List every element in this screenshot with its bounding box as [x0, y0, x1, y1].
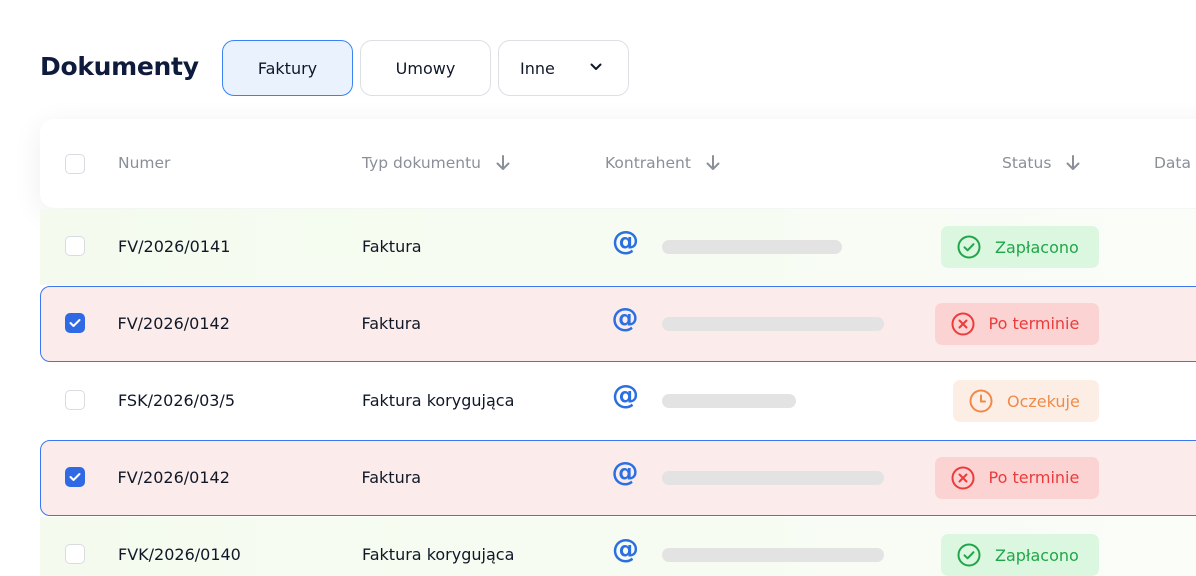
column-header-kontrahent[interactable]: Kontrahent	[605, 154, 721, 172]
document-type: Faktura	[361, 313, 422, 333]
tab-faktury[interactable]: Faktury	[222, 40, 353, 96]
status-badge: Zapłacono	[941, 534, 1099, 576]
document-type: Faktura	[362, 237, 422, 256]
sort-arrow-down-icon	[496, 155, 510, 170]
tab-umowy[interactable]: Umowy	[360, 40, 491, 96]
document-type: Faktura korygująca	[362, 545, 515, 564]
status-label: Oczekuje	[1007, 391, 1080, 411]
tab-umowy-label: Umowy	[395, 58, 456, 78]
document-number: FV/2026/0142	[117, 313, 230, 333]
x-circle-icon	[951, 466, 974, 489]
document-type: Faktura	[361, 467, 422, 487]
email-at-icon: @	[611, 456, 639, 488]
column-header-numer-label: Numer	[118, 154, 171, 172]
tab-faktury-label: Faktury	[257, 58, 318, 78]
x-circle-icon	[951, 312, 974, 335]
row-checkbox[interactable]	[65, 390, 85, 410]
status-badge: Po terminie	[934, 302, 1099, 345]
status-badge: Zapłacono	[941, 226, 1099, 268]
check-circle-icon	[957, 543, 981, 567]
email-at-icon: @	[611, 302, 639, 334]
table-row[interactable]: FV/2026/0141 Faktura @ Zapłacono	[40, 209, 1196, 285]
document-type: Faktura korygująca	[362, 391, 515, 410]
contractor-placeholder	[662, 394, 796, 408]
table-row[interactable]: FSK/2026/03/5 Faktura korygująca @ Oczek…	[40, 363, 1196, 439]
contractor-placeholder	[662, 548, 884, 562]
email-at-icon: @	[612, 226, 639, 257]
status-label: Zapłacono	[995, 237, 1079, 257]
status-badge: Po terminie	[934, 456, 1099, 499]
document-number: FV/2026/0142	[117, 467, 230, 487]
check-circle-icon	[957, 235, 981, 259]
column-header-data-label: Data	[1154, 154, 1192, 172]
contractor-placeholder	[661, 316, 884, 331]
status-label: Po terminie	[988, 468, 1080, 487]
column-header-data[interactable]: Data	[1154, 154, 1191, 172]
page-title: Dokumenty	[40, 52, 199, 81]
contractor-placeholder	[662, 240, 842, 254]
document-number: FVK/2026/0140	[118, 545, 241, 564]
document-number: FV/2026/0141	[118, 237, 231, 256]
document-number: FSK/2026/03/5	[118, 391, 235, 410]
checkmark-icon	[69, 318, 80, 327]
tab-inne-label: Inne	[520, 58, 555, 78]
status-label: Zapłacono	[995, 545, 1079, 565]
row-checkbox-checked[interactable]	[64, 466, 85, 487]
clock-icon	[969, 389, 993, 413]
email-at-icon: @	[612, 380, 639, 411]
column-header-numer[interactable]: Numer	[118, 154, 170, 172]
select-all-checkbox[interactable]	[65, 154, 85, 174]
status-label: Po terminie	[988, 314, 1080, 333]
checkmark-icon	[69, 472, 80, 481]
column-header-status[interactable]: Status	[1002, 154, 1081, 172]
column-header-status-label: Status	[1002, 154, 1052, 172]
table-row-selected[interactable]: FV/2026/0142 Faktura @ Po terminie	[40, 440, 1196, 516]
table-header: Numer Typ dokumentu Kontrahent Status Da…	[40, 119, 1196, 208]
column-header-kontrahent-label: Kontrahent	[605, 154, 691, 172]
table-row-selected[interactable]: FV/2026/0142 Faktura @ Po terminie	[40, 286, 1196, 362]
column-header-typ-label: Typ dokumentu	[362, 154, 481, 172]
status-badge: Oczekuje	[953, 380, 1099, 422]
row-checkbox[interactable]	[65, 544, 85, 564]
chevron-down-icon	[590, 63, 602, 70]
column-header-typ[interactable]: Typ dokumentu	[362, 154, 511, 172]
table-row[interactable]: FVK/2026/0140 Faktura korygująca @ Zapła…	[40, 517, 1196, 576]
sort-arrow-down-icon	[1066, 155, 1080, 170]
row-checkbox[interactable]	[65, 236, 85, 256]
sort-arrow-down-icon	[706, 155, 720, 170]
tab-inne-dropdown[interactable]: Inne	[498, 40, 629, 96]
row-checkbox-checked[interactable]	[64, 312, 85, 333]
contractor-placeholder	[661, 470, 884, 485]
email-at-icon: @	[612, 534, 639, 565]
